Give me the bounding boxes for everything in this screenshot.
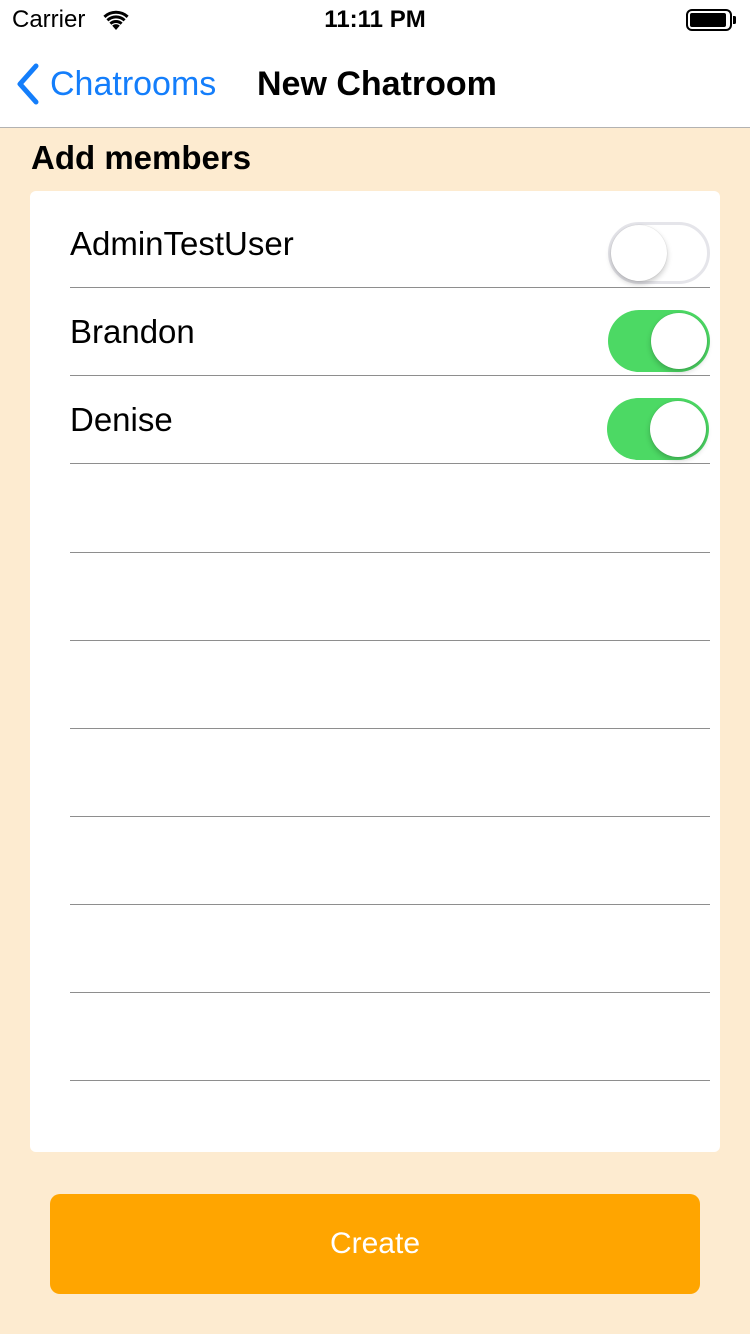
member-row-brandon[interactable]: Brandon (70, 288, 710, 376)
toggle-knob (611, 225, 667, 281)
member-row-denise[interactable]: Denise (70, 376, 710, 464)
member-name: Denise (70, 401, 173, 438)
empty-row-separator (70, 1080, 710, 1081)
member-toggle-denise[interactable] (607, 398, 709, 460)
create-button[interactable]: Create (50, 1194, 700, 1294)
member-name: AdminTestUser (70, 225, 294, 262)
navigation-bar: Chatrooms New Chatroom (0, 40, 750, 128)
row-separator (70, 463, 710, 464)
empty-row-separator (70, 552, 710, 553)
status-time: 11:11 PM (324, 6, 426, 33)
member-toggle-admintestuser[interactable] (608, 222, 710, 284)
toggle-knob (651, 313, 707, 369)
page-title: New Chatroom (257, 65, 497, 103)
section-heading: Add members (31, 139, 252, 176)
member-list[interactable]: AdminTestUser Brandon Denise (30, 191, 720, 1152)
status-bar: Carrier 11:11 PM (0, 0, 750, 40)
empty-row-separator (70, 728, 710, 729)
empty-row-separator (70, 816, 710, 817)
chevron-left-icon (17, 63, 39, 105)
battery-icon (686, 9, 736, 31)
member-toggle-brandon[interactable] (608, 310, 710, 372)
member-row-admintestuser[interactable]: AdminTestUser (70, 200, 710, 288)
back-button[interactable]: Chatrooms (14, 58, 216, 110)
toggle-knob (650, 401, 706, 457)
member-name: Brandon (70, 313, 195, 350)
empty-row-separator (70, 904, 710, 905)
empty-row-separator (70, 992, 710, 993)
back-label: Chatrooms (50, 65, 217, 103)
empty-row-separator (70, 640, 710, 641)
